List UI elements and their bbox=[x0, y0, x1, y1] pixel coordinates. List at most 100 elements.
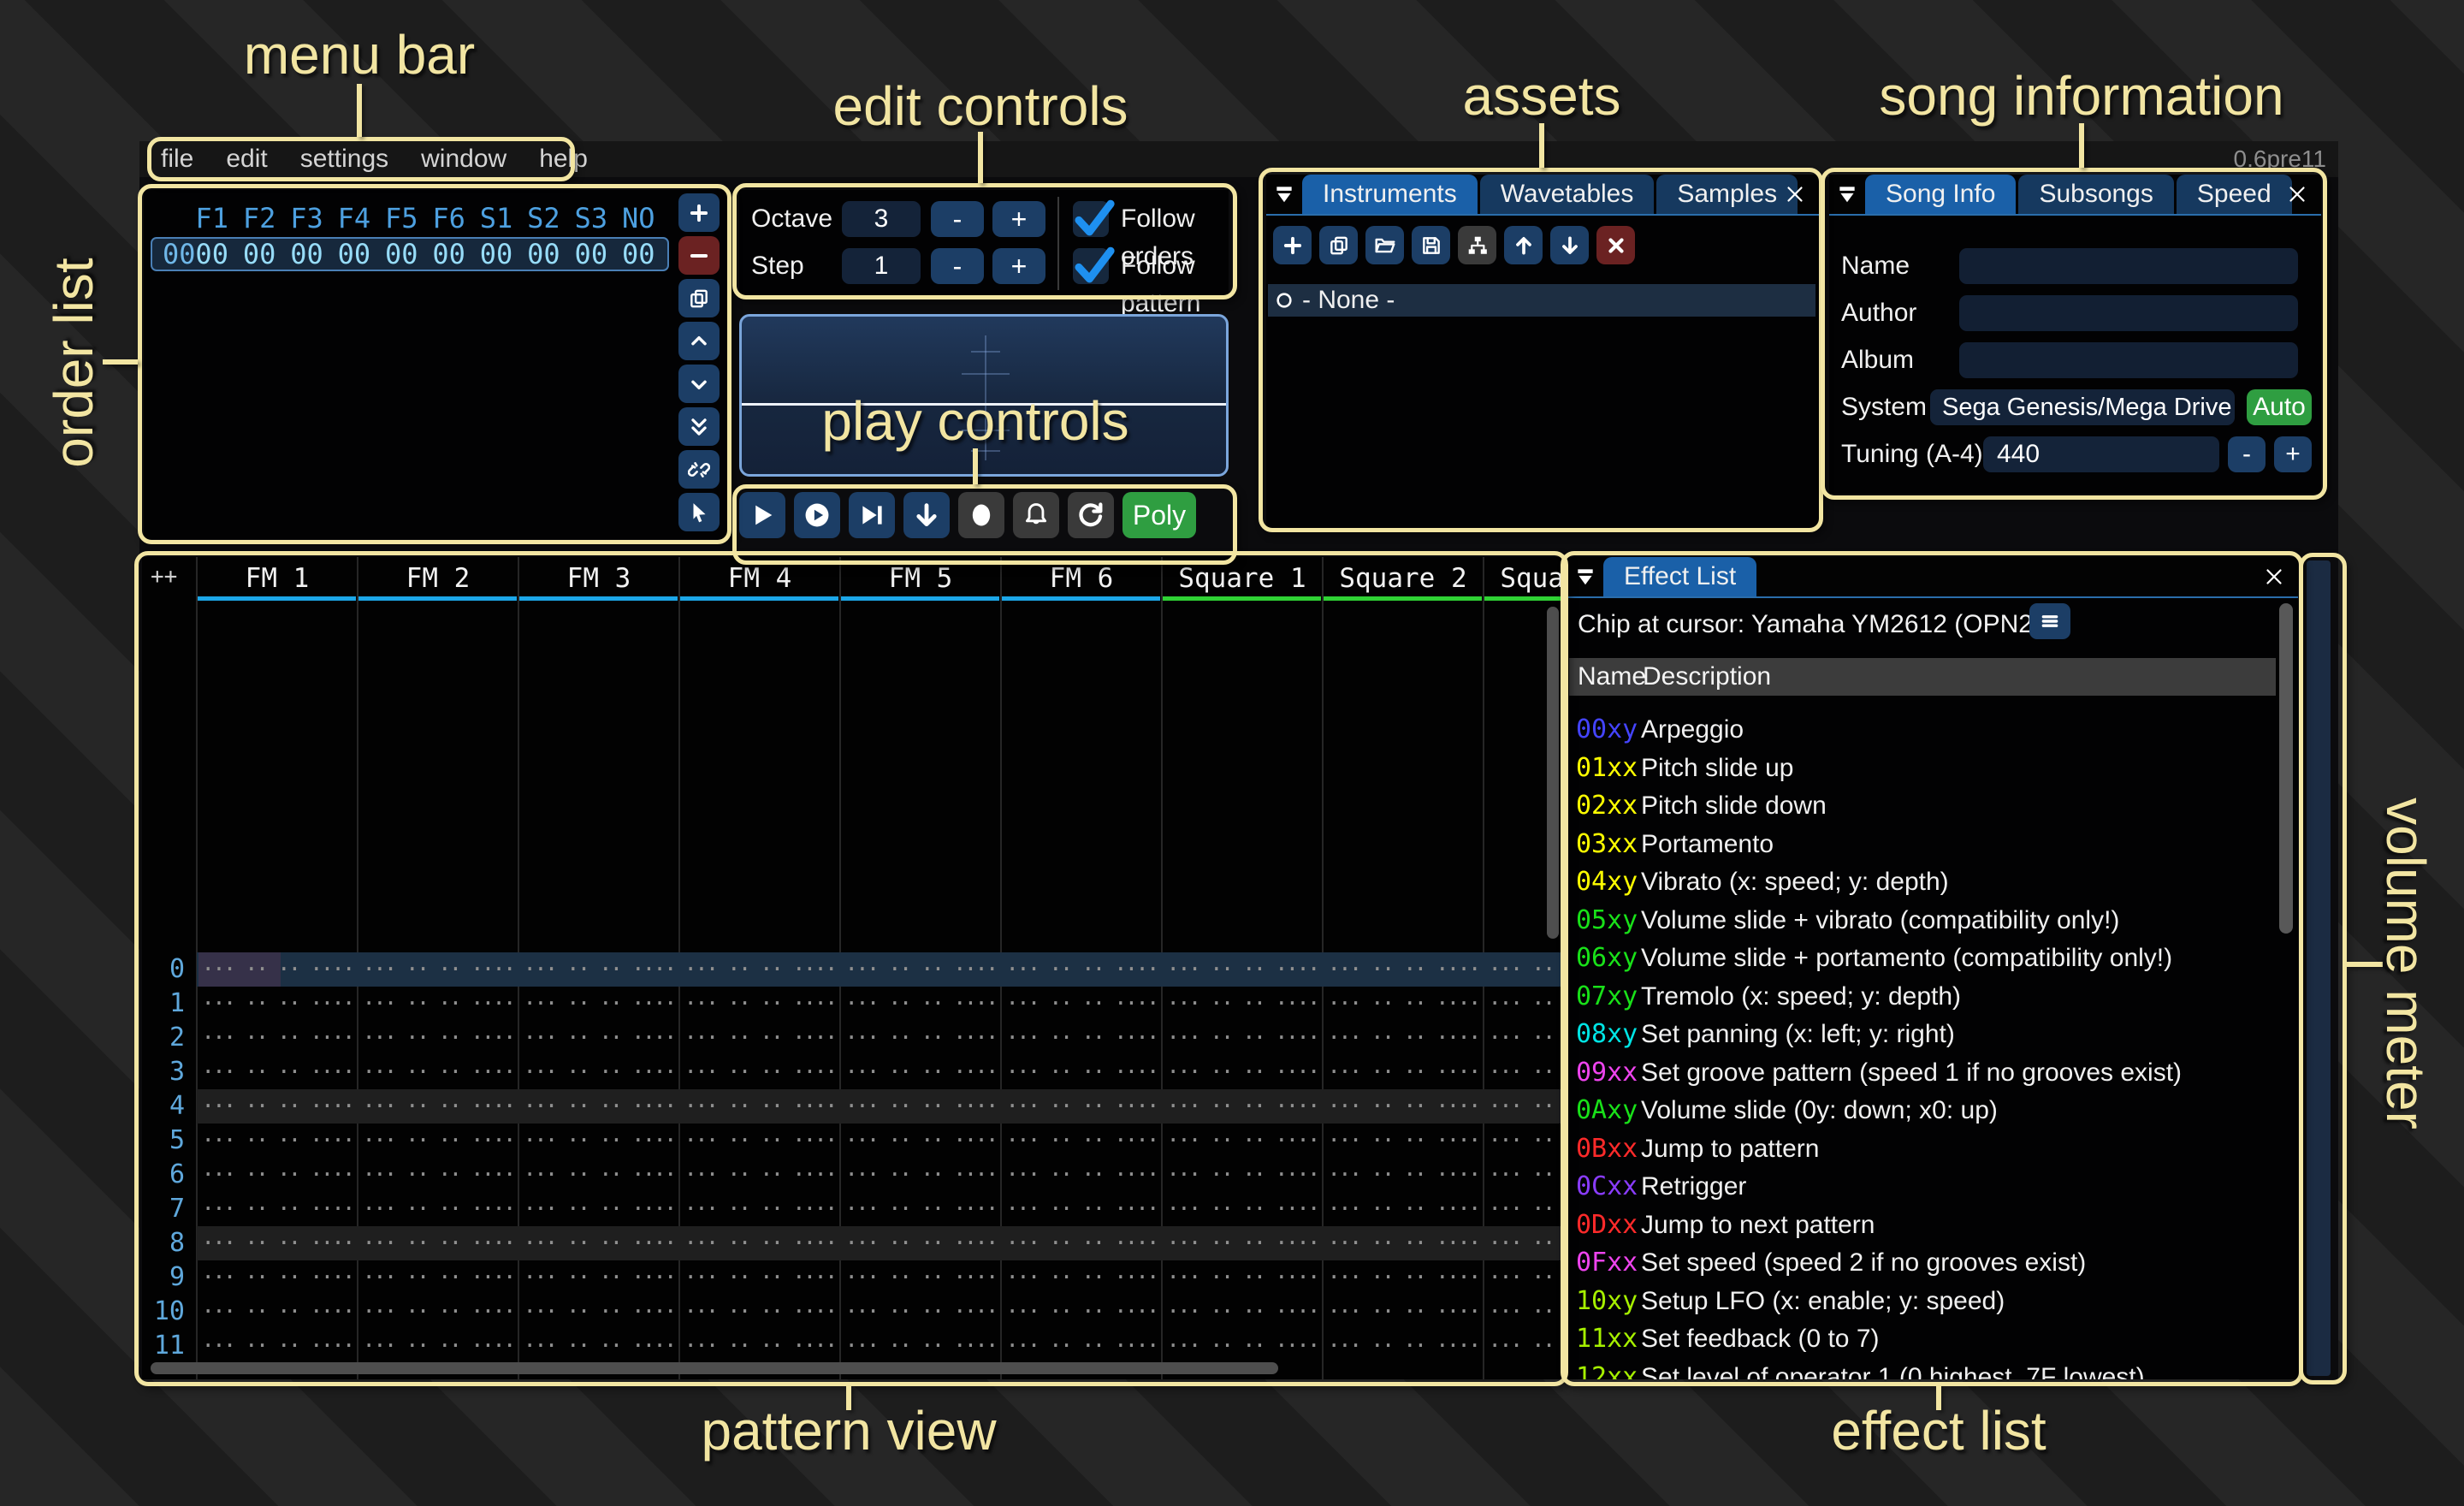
channel-header-fm-3[interactable]: FM 3 bbox=[518, 562, 679, 595]
pattern-cell[interactable]: ··· ·· ·· ···· bbox=[1162, 1021, 1323, 1055]
effect-row-00xy[interactable]: 00xy Arpeggio bbox=[1567, 713, 2277, 747]
close-window-button[interactable] bbox=[2278, 175, 2316, 214]
pattern-cell[interactable]: ··· ·· ·· ···· bbox=[679, 987, 840, 1021]
pattern-cell[interactable]: ··· ·· ·· ···· bbox=[1162, 1192, 1323, 1226]
effect-row-0Cxx[interactable]: 0Cxx Retrigger bbox=[1567, 1170, 2277, 1204]
pattern-cell[interactable]: ··· ·· ·· ···· bbox=[1323, 1158, 1484, 1192]
duplicate-order-button[interactable] bbox=[678, 279, 720, 317]
pattern-cell[interactable]: ··· ·· ·· ···· bbox=[1162, 1158, 1323, 1192]
album-input[interactable] bbox=[1959, 342, 2298, 378]
pattern-cell[interactable]: ··· ·· ·· ···· bbox=[518, 1192, 679, 1226]
delete-asset-button[interactable] bbox=[1596, 226, 1635, 264]
menu-item-help[interactable]: help bbox=[523, 145, 604, 174]
pattern-cell[interactable]: ··· ·· ·· ···· bbox=[1484, 1226, 1561, 1260]
pattern-cell[interactable]: ··· ·· ·· ···· bbox=[197, 987, 358, 1021]
order-cell[interactable]: 00 bbox=[425, 239, 472, 270]
pattern-cell[interactable]: ··· ·· ·· ···· bbox=[1484, 952, 1561, 987]
duplicate-order-to-end-button[interactable] bbox=[678, 407, 720, 446]
poly-button[interactable]: Poly bbox=[1122, 492, 1196, 538]
pattern-cell[interactable]: ··· ·· ·· ···· bbox=[1162, 1124, 1323, 1158]
step-plus-button[interactable]: + bbox=[992, 248, 1045, 284]
step-value[interactable]: 1 bbox=[842, 248, 921, 284]
pattern-horizontal-scrollbar[interactable] bbox=[151, 1362, 1278, 1374]
pattern-cell[interactable]: ··· ·· ·· ···· bbox=[358, 1021, 518, 1055]
pattern-cell[interactable]: ··· ·· ·· ···· bbox=[1484, 1055, 1561, 1089]
pattern-cell[interactable]: ··· ·· ·· ···· bbox=[840, 1055, 1001, 1089]
order-edit-mode-button[interactable] bbox=[678, 493, 720, 531]
pattern-cell[interactable]: ··· ·· ·· ···· bbox=[1001, 1226, 1162, 1260]
pattern-cell[interactable]: ··· ·· ·· ···· bbox=[518, 1260, 679, 1295]
pattern-cell[interactable]: ··· ·· ·· ···· bbox=[679, 1226, 840, 1260]
pattern-cell[interactable]: ··· ·· ·· ···· bbox=[1162, 1295, 1323, 1329]
pattern-cell[interactable]: ··· ·· ·· ···· bbox=[1484, 1089, 1561, 1124]
pattern-cell[interactable]: ··· ·· ·· ···· bbox=[518, 1124, 679, 1158]
pattern-cell[interactable]: ··· ·· ·· ···· bbox=[1323, 1089, 1484, 1124]
order-cell[interactable]: 00 bbox=[283, 239, 330, 270]
octave-value[interactable]: 3 bbox=[842, 201, 921, 237]
channel-header-square-1[interactable]: Square 1 bbox=[1162, 562, 1323, 595]
pattern-cell[interactable]: ··· ·· ·· ···· bbox=[1001, 1124, 1162, 1158]
pattern-cell[interactable]: ··· ·· ·· ···· bbox=[1484, 1295, 1561, 1329]
collapse-window-button[interactable] bbox=[1567, 557, 1603, 596]
pattern-cell[interactable]: ··· ·· ·· ···· bbox=[679, 952, 840, 987]
pattern-cell[interactable]: ··· ·· ·· ···· bbox=[197, 1192, 358, 1226]
pattern-cell[interactable]: ··· ·· ·· ···· bbox=[1323, 1295, 1484, 1329]
pattern-cell[interactable]: ··· ·· ·· ···· bbox=[840, 1124, 1001, 1158]
pattern-cell[interactable]: ··· ·· ·· ···· bbox=[358, 1295, 518, 1329]
pattern-cell[interactable]: ··· ·· ·· ···· bbox=[1323, 987, 1484, 1021]
move-asset-down-button[interactable] bbox=[1550, 226, 1589, 264]
channel-header-fm-2[interactable]: FM 2 bbox=[358, 562, 518, 595]
pattern-cell[interactable]: ··· ·· ·· ···· bbox=[358, 1055, 518, 1089]
pattern-cell[interactable]: ··· ·· ·· ···· bbox=[1001, 1192, 1162, 1226]
order-cell[interactable]: 00 bbox=[567, 239, 614, 270]
order-cell[interactable]: 00 bbox=[520, 239, 567, 270]
pattern-cell[interactable]: ··· ·· ·· ···· bbox=[1323, 1329, 1484, 1363]
play-from-cursor-button[interactable] bbox=[794, 492, 840, 538]
pattern-cell[interactable]: ··· ·· ·· ···· bbox=[1484, 1329, 1561, 1363]
effect-row-0Dxx[interactable]: 0Dxx Jump to next pattern bbox=[1567, 1208, 2277, 1242]
tab-effect-list[interactable]: Effect List bbox=[1603, 557, 1756, 596]
effect-list-menu-button[interactable] bbox=[2029, 603, 2070, 639]
pattern-cell[interactable]: ··· ·· ·· ···· bbox=[1484, 1158, 1561, 1192]
pattern-corner-button[interactable]: ++ bbox=[151, 564, 177, 590]
pattern-cell[interactable]: ··· ·· ·· ···· bbox=[197, 1055, 358, 1089]
effect-row-02xx[interactable]: 02xx Pitch slide down bbox=[1567, 789, 2277, 823]
tuning-input[interactable]: 440 bbox=[1983, 436, 2219, 472]
step-one-row-button[interactable] bbox=[903, 492, 950, 538]
effect-row-01xx[interactable]: 01xx Pitch slide up bbox=[1567, 751, 2277, 786]
pattern-cell[interactable]: ··· ·· ·· ···· bbox=[840, 1226, 1001, 1260]
metronome-button[interactable] bbox=[1013, 492, 1059, 538]
stop-button[interactable] bbox=[958, 492, 1004, 538]
close-window-button[interactable] bbox=[2255, 557, 2293, 596]
order-cell[interactable]: 00 bbox=[330, 239, 377, 270]
pattern-vertical-scrollbar[interactable] bbox=[1547, 607, 1559, 939]
pattern-cell[interactable]: ··· ·· ·· ···· bbox=[679, 1124, 840, 1158]
order-cell[interactable]: 00 bbox=[615, 239, 662, 270]
pattern-cell[interactable]: ··· ·· ·· ···· bbox=[518, 1055, 679, 1089]
pattern-cell[interactable]: ··· ·· ·· ···· bbox=[1001, 1089, 1162, 1124]
tab-wavetables[interactable]: Wavetables bbox=[1480, 175, 1655, 214]
pattern-cell[interactable]: ··· ·· ·· ···· bbox=[197, 1021, 358, 1055]
effect-row-0Fxx[interactable]: 0Fxx Set speed (speed 2 if no grooves ex… bbox=[1567, 1246, 2277, 1280]
pattern-cell[interactable]: ··· ·· ·· ···· bbox=[1001, 1055, 1162, 1089]
add-asset-button[interactable] bbox=[1273, 226, 1312, 264]
pattern-cell[interactable]: ··· ·· ·· ···· bbox=[197, 952, 358, 987]
pattern-cell[interactable]: ··· ·· ·· ···· bbox=[840, 1260, 1001, 1295]
effect-row-06xy[interactable]: 06xy Volume slide + portamento (compatib… bbox=[1567, 941, 2277, 975]
pattern-cell[interactable]: ··· ·· ·· ···· bbox=[1484, 1260, 1561, 1295]
effect-row-04xy[interactable]: 04xy Vibrato (x: speed; y: depth) bbox=[1567, 865, 2277, 899]
pattern-cell[interactable]: ··· ·· ·· ···· bbox=[197, 1329, 358, 1363]
collapse-window-button[interactable] bbox=[1829, 175, 1865, 214]
tuning-plus-button[interactable]: + bbox=[2274, 436, 2312, 472]
pattern-cell[interactable]: ··· ·· ·· ···· bbox=[840, 1158, 1001, 1192]
pattern-cell[interactable]: ··· ·· ·· ···· bbox=[1001, 1158, 1162, 1192]
deep-clone-order-button[interactable] bbox=[678, 450, 720, 489]
pattern-cell[interactable]: ··· ·· ·· ···· bbox=[1323, 1192, 1484, 1226]
pattern-cell[interactable]: ··· ·· ·· ···· bbox=[679, 1295, 840, 1329]
pattern-cell[interactable]: ··· ·· ·· ···· bbox=[840, 1192, 1001, 1226]
auto-system-button[interactable]: Auto bbox=[2247, 389, 2312, 425]
pattern-cell[interactable]: ··· ·· ·· ···· bbox=[840, 1295, 1001, 1329]
pattern-cell[interactable]: ··· ·· ·· ···· bbox=[1162, 1226, 1323, 1260]
effect-row-07xy[interactable]: 07xy Tremolo (x: speed; y: depth) bbox=[1567, 980, 2277, 1014]
repeat-pattern-button[interactable] bbox=[1068, 492, 1114, 538]
